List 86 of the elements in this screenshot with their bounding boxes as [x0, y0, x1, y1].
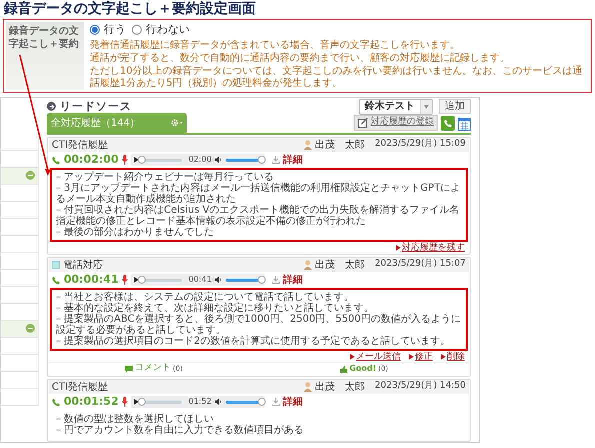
record-datetime: 2023/5/29(月) 14:50	[375, 380, 466, 394]
summary-line: – 提案製品の選択項目のコード2の数値を計算式に使用する予定であると話しています。	[56, 336, 452, 347]
list-row[interactable]	[1, 218, 39, 236]
summary-line: – 最後の部分はわかりませんでした	[56, 227, 216, 238]
note-text: 発着信通話履歴に録音データが含まれている場合、音声の文字起こしを行います。	[90, 40, 461, 52]
list-row[interactable]	[1, 252, 39, 270]
phone-icon[interactable]	[441, 116, 455, 131]
action-link[interactable]: メール送信	[350, 352, 401, 362]
note-text: ただし10分以上の録音データについては、文字起こしのみを行い要約は行いません。なお、このサービスは通話履歴1分あたり5円（税別）の処理料金が発生します。	[90, 66, 584, 90]
list-row[interactable]	[1, 320, 39, 338]
radio-option[interactable]: 行わない	[132, 22, 190, 38]
speaker-icon	[214, 399, 223, 405]
list-row[interactable]	[1, 372, 39, 388]
page-title: 録音データの文字起こし＋要約設定画面	[2, 0, 257, 19]
download-icon[interactable]	[272, 398, 280, 406]
add-button[interactable]: 追加	[439, 99, 471, 114]
microphone-icon	[122, 155, 128, 165]
edit-icon	[358, 118, 368, 128]
note-text: 通話が完了すると、数分で自動的に通話内容の要約まで行い、顧客の対応履歴に記録します。	[90, 52, 511, 64]
section-title: リードソース	[60, 98, 132, 114]
summary-line: – 数値の型は整数を選択してほしい	[56, 414, 216, 425]
list-row[interactable]	[1, 134, 39, 150]
minus-icon[interactable]	[26, 171, 35, 180]
thumbs-up-icon	[340, 366, 348, 372]
record-type: CTI発信履歴	[52, 380, 108, 394]
call-duration: 00:02:00	[64, 152, 119, 168]
summary-line: – 円でアカウント数を自由に入力できる数値項目がある	[56, 425, 306, 436]
summary-line: – 3月にアップデートされた内容はメール一括送信機能の利用権限設定とチャットGPTによるメール本文自動作成機能が追加された	[56, 183, 462, 205]
list-row[interactable]	[1, 202, 39, 218]
record-datetime: 2023/5/29(月) 15:09	[375, 138, 466, 152]
summary-line: – 提案製品のABCを選択すると、後ろ側で1000円、2500円、5500円の数値が入るように設定する必要があると話しています。	[56, 314, 462, 336]
call-duration: 00:00:41	[64, 272, 119, 288]
list-row[interactable]	[1, 338, 39, 354]
person-icon	[304, 260, 312, 270]
minus-icon[interactable]	[26, 324, 35, 333]
person-icon	[304, 382, 312, 392]
list-row[interactable]	[1, 388, 39, 406]
record-type: 電話対応	[63, 258, 103, 272]
summary-line: – アップデート紹介ウェビナーは毎月行っている	[56, 172, 276, 183]
calendar-icon[interactable]	[458, 116, 471, 131]
list-row[interactable]	[1, 270, 39, 286]
list-row[interactable]	[1, 184, 39, 202]
person-icon	[304, 140, 312, 150]
list-row[interactable]	[1, 236, 39, 252]
arrow-circle-icon	[47, 102, 56, 112]
radio-option[interactable]: 行う	[90, 22, 126, 38]
microphone-icon	[122, 397, 128, 407]
playback-time: 02:00	[188, 154, 212, 166]
detail-link[interactable]: 詳細	[282, 394, 303, 410]
summary-line: – 当社とお客様は、システムの設定について電話で話しています。	[56, 292, 356, 303]
list-row[interactable]	[1, 354, 39, 372]
playback-time: 00:41	[188, 274, 212, 286]
record-type: CTI発信履歴	[52, 138, 108, 152]
setting-label: 録音データの文字起こし＋要約	[9, 26, 79, 50]
staff-name: 出茂 太郎	[315, 380, 366, 394]
download-icon[interactable]	[272, 276, 280, 284]
triangle-icon	[409, 354, 414, 360]
action-link[interactable]: 修正	[409, 352, 433, 362]
triangle-icon	[396, 244, 401, 250]
summary-line: – 付買回収された内容はCelsius Vのエクスポート機能での出力失敗を解消するファイル名指定機能の修正とレコード基本情報の表示設定不備の修正が行われた	[56, 205, 461, 227]
list-row[interactable]	[1, 168, 39, 184]
list-row[interactable]	[1, 286, 39, 304]
triangle-icon	[441, 354, 446, 360]
triangle-icon	[350, 354, 355, 360]
speech-bubble-icon	[125, 366, 134, 372]
detail-link[interactable]: 詳細	[282, 152, 303, 168]
detail-link[interactable]: 詳細	[282, 272, 303, 288]
action-link[interactable]: 削除	[441, 352, 465, 362]
speaker-icon	[214, 157, 223, 163]
square-icon	[52, 261, 60, 269]
caret-icon	[420, 100, 432, 114]
microphone-icon	[122, 275, 128, 285]
phone-icon	[52, 276, 61, 284]
user-dropdown[interactable]: 鈴木テスト	[359, 98, 433, 115]
call-duration: 00:01:52	[64, 394, 119, 410]
phone-icon	[52, 156, 61, 164]
gear-icon	[171, 119, 183, 127]
speaker-icon	[214, 277, 223, 283]
record-datetime: 2023/5/29(月) 15:07	[375, 258, 466, 272]
summary-line: – 基本的な設定を終えて、次は詳細な設定に移りたいと話しています。	[56, 303, 376, 314]
register-button[interactable]: 対応履歴の登録	[354, 115, 438, 131]
staff-name: 出茂 太郎	[315, 258, 366, 272]
staff-name: 出茂 太郎	[315, 138, 366, 152]
phone-icon	[52, 398, 61, 406]
playback-time: 01:52	[188, 396, 212, 408]
download-icon[interactable]	[272, 156, 280, 164]
